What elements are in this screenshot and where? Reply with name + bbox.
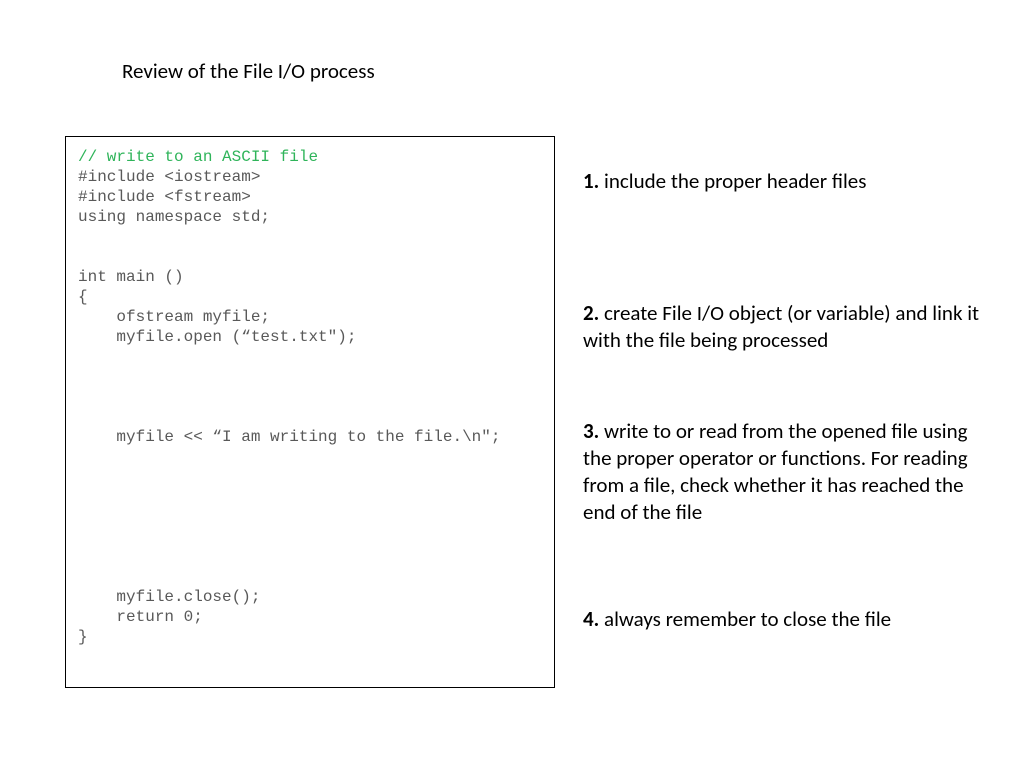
step-4-text: always remember to close the file xyxy=(599,606,891,632)
step-2-number: 2. xyxy=(583,300,599,326)
step-4-number: 4. xyxy=(583,606,599,632)
step-3: 3. write to or read from the opened file… xyxy=(583,418,983,526)
step-1-number: 1. xyxy=(583,168,599,194)
step-3-text: write to or read from the opened file us… xyxy=(583,418,968,525)
step-2-text: create File I/O object (or variable) and… xyxy=(583,300,979,353)
code-block-includes-main: #include <iostream> #include <fstream> u… xyxy=(78,167,542,347)
code-sample-box: // write to an ASCII file #include <iost… xyxy=(65,136,555,688)
code-block-close: myfile.close(); return 0; } xyxy=(78,587,542,647)
step-1-text: include the proper header files xyxy=(599,168,866,194)
page-title: Review of the File I/O process xyxy=(122,58,375,84)
code-comment: // write to an ASCII file xyxy=(78,147,542,167)
step-2: 2. create File I/O object (or variable) … xyxy=(583,300,983,354)
step-4: 4. always remember to close the file xyxy=(583,606,983,633)
step-3-number: 3. xyxy=(583,418,599,444)
code-block-write: myfile << “I am writing to the file.\n"; xyxy=(78,427,542,447)
step-1: 1. include the proper header files xyxy=(583,168,983,195)
